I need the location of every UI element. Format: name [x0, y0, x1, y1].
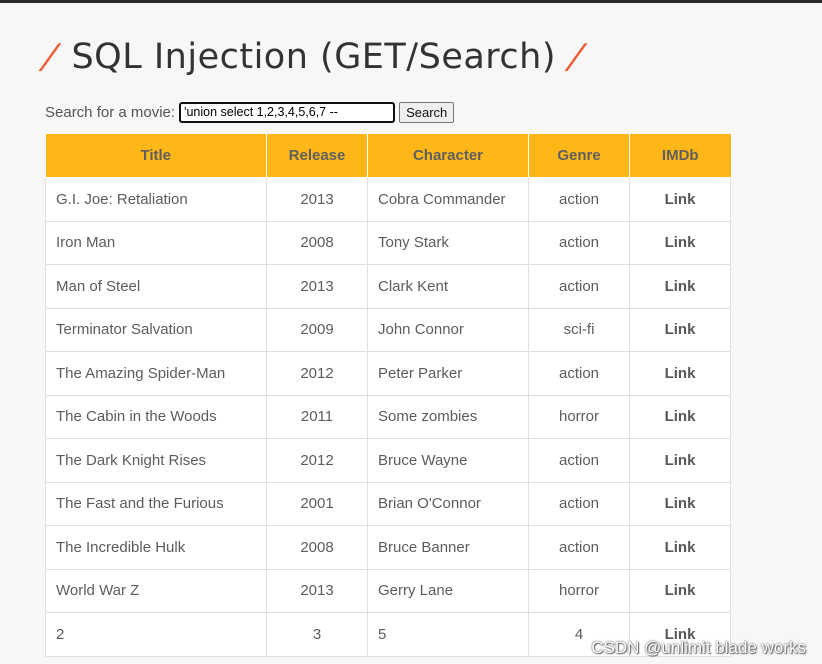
cell-character: Brian O'Connor [367, 481, 529, 526]
cell-character: Bruce Wayne [367, 438, 529, 483]
table-row: G.I. Joe: Retaliation 2013 Cobra Commander… [45, 177, 731, 222]
table-row: The Dark Knight Rises 2012 Bruce Wayne acti… [45, 438, 731, 483]
top-border [0, 0, 822, 3]
imdb-link[interactable]: Link [665, 234, 696, 251]
cell-genre: sci-fi [528, 307, 630, 352]
cell-release: 2008 [266, 525, 368, 570]
cell-title: The Cabin in the Woods [45, 394, 267, 439]
page-title: SQL Injection (GET/Search) [71, 37, 556, 77]
movies-table-body: G.I. Joe: Retaliation 2013 Cobra Commander… [45, 177, 731, 657]
cell-title: The Dark Knight Rises [45, 438, 267, 483]
cell-release: 2009 [266, 307, 368, 352]
table-row: Iron Man 2008 Tony Stark action Link [45, 220, 731, 265]
cell-character: Cobra Commander [367, 177, 529, 222]
table-row: The Cabin in the Woods 2011 Some zombies ho… [45, 394, 731, 439]
table-header-row: Title Release Character Genre IMDb [45, 134, 731, 178]
imdb-link[interactable]: Link [665, 582, 696, 599]
cell-release: 2001 [266, 481, 368, 526]
cell-release: 2012 [266, 351, 368, 396]
cell-character: Tony Stark [367, 220, 529, 265]
cell-character: John Connor [367, 307, 529, 352]
cell-imdb: Link [629, 220, 731, 265]
cell-imdb: Link [629, 394, 731, 439]
cell-title: The Amazing Spider-Man [45, 351, 267, 396]
cell-genre: action [528, 220, 630, 265]
cell-title: The Fast and the Furious [45, 481, 267, 526]
cell-title: Iron Man [45, 220, 267, 265]
cell-genre: action [528, 177, 630, 222]
table-row: The Fast and the Furious 2001 Brian O'Conn… [45, 481, 731, 526]
cell-title: G.I. Joe: Retaliation [45, 177, 267, 222]
cell-release: 3 [266, 612, 368, 657]
cell-character: Some zombies [367, 394, 529, 439]
search-label: Search for a movie: [45, 103, 176, 121]
watermark: CSDN @unlimit blade works [591, 638, 806, 657]
cell-genre: action [528, 481, 630, 526]
column-header-imdb: IMDb [629, 134, 731, 178]
imdb-link[interactable]: Link [665, 539, 696, 556]
cell-release: 2011 [266, 394, 368, 439]
page-header: / SQL Injection (GET/Search) / [40, 30, 586, 84]
column-header-release: Release [266, 134, 368, 178]
column-header-genre: Genre [528, 134, 630, 178]
table-row: The Incredible Hulk 2008 Bruce Banner actio… [45, 525, 731, 570]
search-form: Search for a movie: Search [45, 101, 455, 123]
column-header-character: Character [367, 134, 529, 178]
imdb-link[interactable]: Link [665, 278, 696, 295]
cell-release: 2008 [266, 220, 368, 265]
imdb-link[interactable]: Link [665, 321, 696, 338]
table-row: Terminator Salvation 2009 John Connor sci-f… [45, 307, 731, 352]
cell-imdb: Link [629, 525, 731, 570]
table-row: The Amazing Spider-Man 2012 Peter Parker ac… [45, 351, 731, 396]
title-slash-right: / [565, 37, 586, 77]
cell-imdb: Link [629, 264, 731, 309]
cell-genre: action [528, 525, 630, 570]
cell-title: World War Z [45, 568, 267, 613]
cell-release: 2013 [266, 264, 368, 309]
cell-title: 2 [45, 612, 267, 657]
cell-imdb: Link [629, 438, 731, 483]
imdb-link[interactable]: Link [665, 408, 696, 425]
cell-genre: action [528, 438, 630, 483]
cell-imdb: Link [629, 177, 731, 222]
movies-table: Title Release Character Genre IMDb G.I. … [45, 134, 731, 657]
cell-genre: horror [528, 394, 630, 439]
cell-imdb: Link [629, 307, 731, 352]
cell-title: The Incredible Hulk [45, 525, 267, 570]
cell-character: 5 [367, 612, 529, 657]
table-row: World War Z 2013 Gerry Lane horror Link [45, 568, 731, 613]
cell-release: 2012 [266, 438, 368, 483]
imdb-link[interactable]: Link [665, 495, 696, 512]
cell-imdb: Link [629, 351, 731, 396]
cell-character: Clark Kent [367, 264, 529, 309]
cell-imdb: Link [629, 568, 731, 613]
column-header-title: Title [45, 134, 267, 178]
cell-character: Peter Parker [367, 351, 529, 396]
table-row: Man of Steel 2013 Clark Kent action Link [45, 264, 731, 309]
imdb-link[interactable]: Link [665, 365, 696, 382]
cell-genre: action [528, 351, 630, 396]
cell-release: 2013 [266, 568, 368, 613]
imdb-link[interactable]: Link [665, 452, 696, 469]
title-slash-left: / [39, 37, 60, 77]
search-button[interactable]: Search [399, 101, 455, 123]
imdb-link[interactable]: Link [665, 191, 696, 208]
cell-genre: action [528, 264, 630, 309]
cell-imdb: Link [629, 481, 731, 526]
cell-release: 2013 [266, 177, 368, 222]
search-input[interactable] [179, 101, 396, 123]
cell-title: Man of Steel [45, 264, 267, 309]
cell-genre: horror [528, 568, 630, 613]
cell-title: Terminator Salvation [45, 307, 267, 352]
cell-character: Bruce Banner [367, 525, 529, 570]
cell-character: Gerry Lane [367, 568, 529, 613]
